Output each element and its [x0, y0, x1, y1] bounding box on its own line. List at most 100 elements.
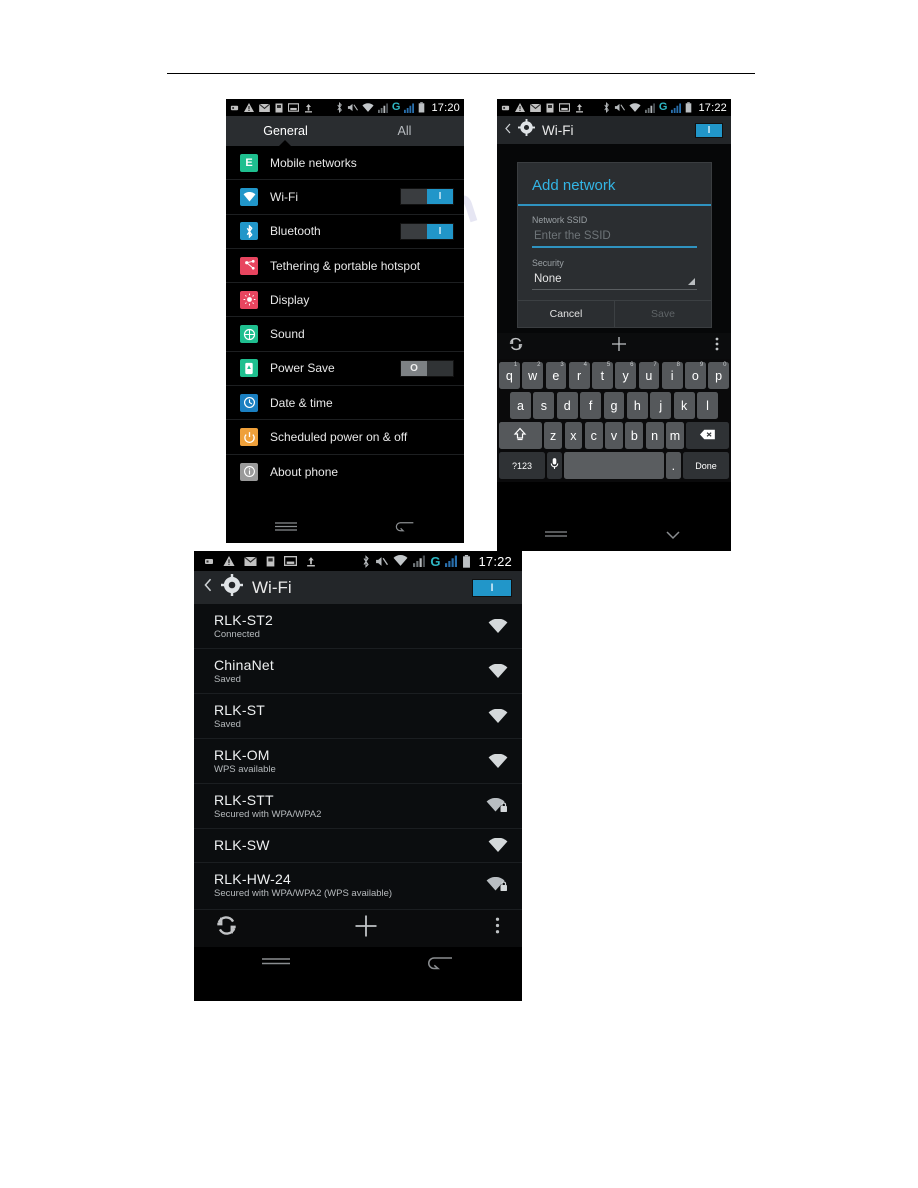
wifi-network-row[interactable]: RLK-ST2 Connected — [194, 604, 522, 649]
usb-upload-icon — [575, 103, 584, 113]
overflow-icon[interactable] — [495, 916, 500, 940]
key-x[interactable]: x — [564, 422, 583, 449]
key-a[interactable]: a — [510, 392, 531, 419]
wifi-signal-secured-icon — [482, 798, 508, 814]
settings-row-sound[interactable]: Sound — [226, 317, 464, 352]
wifi-signal-secured-icon — [482, 877, 508, 893]
clock-icon — [240, 393, 258, 412]
key-c[interactable]: c — [584, 422, 603, 449]
key-z[interactable]: z — [544, 422, 563, 449]
key-d[interactable]: d — [556, 392, 578, 419]
security-select[interactable]: None — [532, 270, 697, 290]
hide-keyboard-icon[interactable] — [660, 528, 686, 546]
done-key[interactable]: Done — [683, 452, 729, 479]
settings-row-label: Sound — [270, 327, 305, 342]
settings-row-bluetooth[interactable]: Bluetooth I — [226, 215, 464, 249]
bluetooth-toggle[interactable]: I — [400, 222, 454, 240]
key-o[interactable]: 9o — [685, 362, 706, 389]
sim-icon — [204, 556, 214, 566]
tab-all[interactable]: All — [345, 116, 464, 146]
sim-icon — [230, 103, 239, 112]
key-j[interactable]: j — [650, 392, 672, 419]
mic-key[interactable] — [547, 452, 562, 479]
wps-refresh-icon[interactable] — [216, 915, 237, 941]
bluetooth-icon — [240, 222, 258, 241]
overflow-icon[interactable] — [715, 337, 719, 356]
wifi-network-row[interactable]: RLK-OM WPS available — [194, 739, 522, 784]
wifi-network-row[interactable]: RLK-HW-24 Secured with WPA/WPA2 (WPS ava… — [194, 863, 522, 910]
settings-row-date-time[interactable]: Date & time — [226, 386, 464, 421]
bluetooth-icon — [362, 554, 370, 568]
key-p[interactable]: 0p — [708, 362, 729, 389]
back-chevron-icon[interactable] — [505, 121, 511, 139]
save-button: Save — [651, 308, 675, 320]
period-key[interactable]: . — [666, 452, 681, 479]
wifi-master-toggle[interactable]: I — [472, 578, 512, 597]
wifi-toggle[interactable]: I — [400, 188, 454, 206]
wps-refresh-icon[interactable] — [509, 337, 523, 356]
space-key[interactable] — [564, 452, 664, 479]
key-n[interactable]: n — [645, 422, 664, 449]
wifi-title-bar: Wi-Fi I — [194, 571, 522, 604]
wifi-network-row[interactable]: RLK-ST Saved — [194, 694, 522, 739]
settings-row-label: Tethering & portable hotspot — [270, 258, 421, 273]
power-save-toggle[interactable]: O — [400, 359, 454, 377]
settings-row-display[interactable]: Display — [226, 283, 464, 318]
power-save-icon — [240, 359, 258, 378]
settings-row-label: About phone — [270, 464, 339, 479]
key-k[interactable]: k — [673, 392, 695, 419]
key-m[interactable]: m — [666, 422, 684, 449]
settings-row-about-phone[interactable]: About phone — [226, 455, 464, 489]
key-label: w — [528, 368, 538, 383]
ssid-input[interactable]: Enter the SSID — [532, 227, 697, 248]
key-q[interactable]: 1q — [499, 362, 520, 389]
key-i[interactable]: 8i — [661, 362, 683, 389]
key-e[interactable]: 3e — [545, 362, 567, 389]
wifi-network-row[interactable]: RLK-STT Secured with WPA/WPA2 — [194, 784, 522, 829]
settings-row-wifi[interactable]: Wi-Fi I — [226, 180, 464, 215]
key-t[interactable]: 5t — [592, 362, 613, 389]
settings-row-mobile-networks[interactable]: E Mobile networks — [226, 146, 464, 181]
key-f[interactable]: f — [580, 392, 602, 419]
settings-list: E Mobile networks Wi-Fi I Bluetooth I Te… — [226, 146, 464, 489]
network-type-label: G — [658, 101, 668, 113]
key-l[interactable]: l — [697, 392, 719, 419]
key-v[interactable]: v — [605, 422, 623, 449]
menu-icon[interactable] — [273, 520, 299, 538]
tab-all-label: All — [397, 124, 412, 138]
key-r[interactable]: 4r — [568, 362, 590, 389]
sim-card-icon — [546, 103, 554, 113]
key-label: s — [540, 398, 547, 413]
shift-key[interactable] — [499, 422, 542, 449]
backspace-key[interactable] — [686, 422, 730, 449]
symbols-key[interactable]: ?123 — [499, 452, 545, 479]
add-icon[interactable] — [354, 914, 378, 943]
key-u[interactable]: 7u — [638, 362, 660, 389]
network-ssid: RLK-SW — [214, 836, 270, 853]
security-select-value: None — [534, 273, 562, 285]
keyboard-row-4: ?123 . Done — [499, 452, 729, 479]
add-icon[interactable] — [611, 336, 627, 357]
key-h[interactable]: h — [626, 392, 648, 419]
menu-icon[interactable] — [259, 954, 293, 975]
key-w[interactable]: 2w — [522, 362, 543, 389]
back-chevron-icon[interactable] — [204, 578, 212, 597]
wifi-master-toggle[interactable]: I — [695, 122, 723, 138]
key-g[interactable]: g — [603, 392, 625, 419]
usb-upload-icon — [304, 103, 313, 113]
back-icon[interactable] — [392, 520, 418, 538]
signal-icon-2 — [671, 102, 682, 113]
key-y[interactable]: 6y — [615, 362, 636, 389]
cancel-button[interactable]: Cancel — [518, 301, 615, 327]
key-s[interactable]: s — [533, 392, 555, 419]
menu-icon[interactable] — [543, 528, 569, 546]
settings-row-power-save[interactable]: Power Save O — [226, 352, 464, 387]
settings-row-tethering[interactable]: Tethering & portable hotspot — [226, 249, 464, 284]
wifi-network-row[interactable]: ChinaNet Saved — [194, 649, 522, 694]
settings-row-label: Display — [270, 292, 310, 307]
settings-row-scheduled-power[interactable]: Scheduled power on & off — [226, 420, 464, 455]
key-b[interactable]: b — [625, 422, 644, 449]
back-icon[interactable] — [423, 954, 457, 976]
status-left-icons — [501, 103, 603, 113]
wifi-network-row[interactable]: RLK-SW — [194, 829, 522, 863]
